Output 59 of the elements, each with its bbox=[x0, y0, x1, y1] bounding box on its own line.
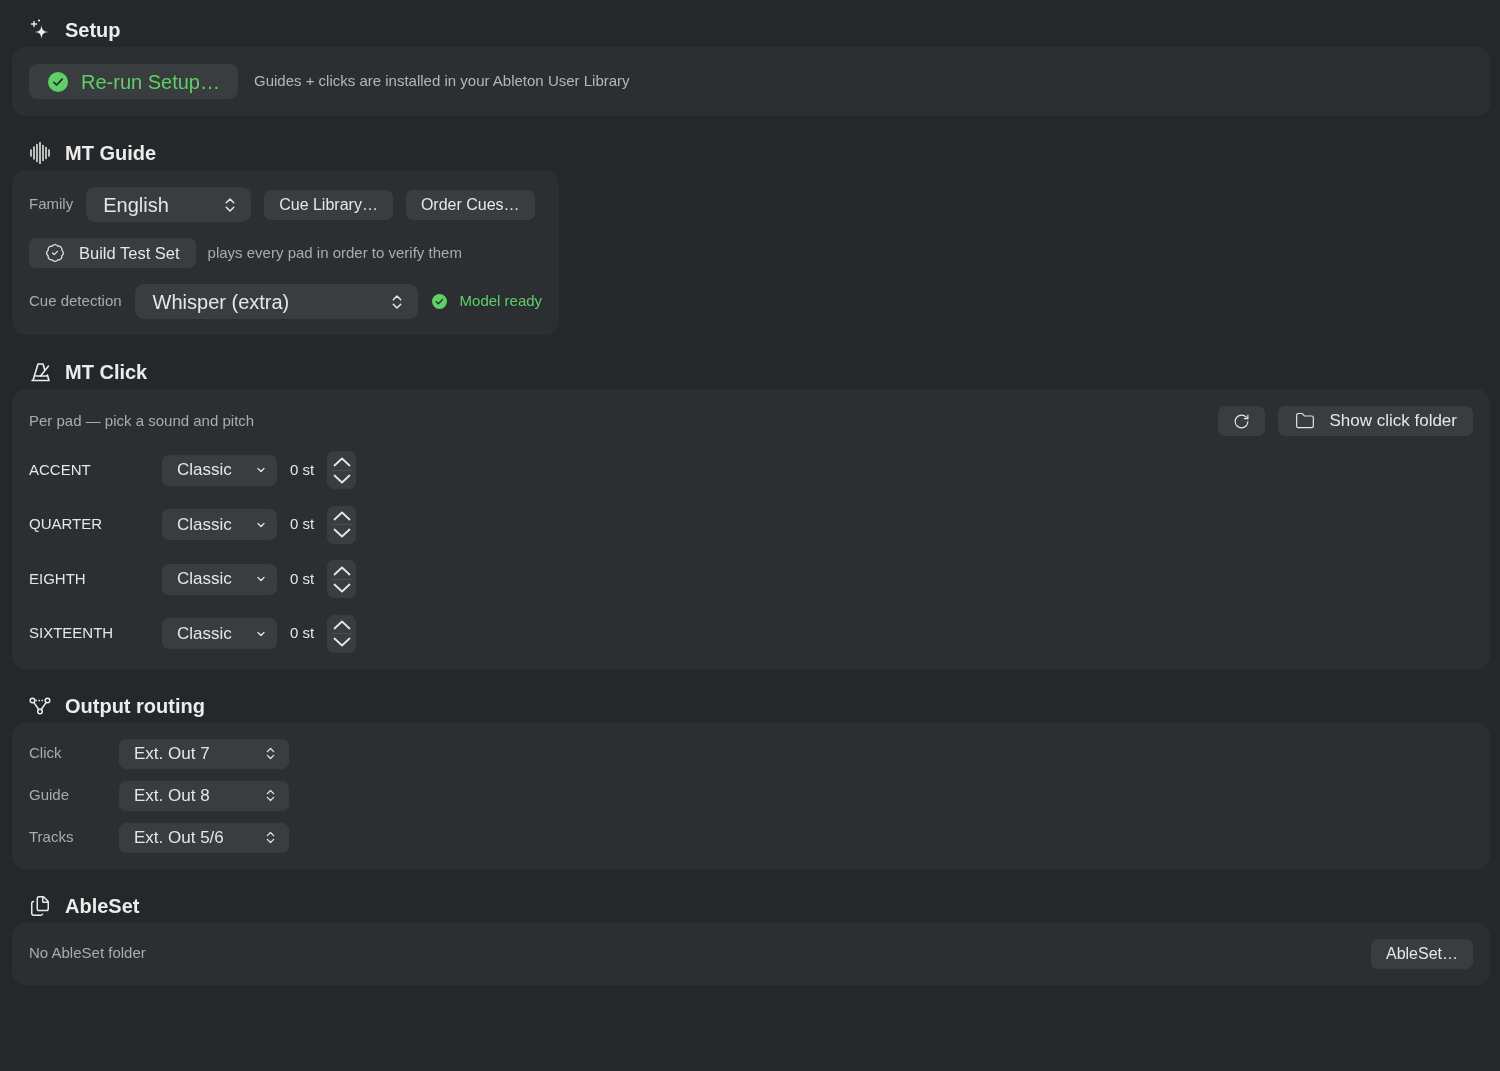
chevron-down-icon[interactable] bbox=[332, 637, 351, 647]
sound-select[interactable]: Classic bbox=[162, 563, 277, 595]
pad-name: EIGHTH bbox=[29, 568, 87, 589]
field-label: Guide bbox=[29, 785, 71, 806]
rerun-setup-button[interactable]: Re-run Setup… bbox=[29, 64, 238, 99]
show-click-folder-button[interactable]: Show click folder bbox=[1278, 406, 1473, 436]
action-button[interactable]: Order Cues… bbox=[405, 189, 535, 220]
test-set-note: plays every pad in order to verify them bbox=[207, 242, 462, 263]
action-button[interactable]: Cue Library… bbox=[264, 189, 393, 220]
output-select[interactable]: Ext. Out 5/6 bbox=[119, 822, 289, 853]
pad-name: SIXTEENTH bbox=[29, 623, 115, 644]
pitch-stepper[interactable] bbox=[327, 560, 357, 598]
setup-note: Guides + clicks are installed in your Ableton User Library bbox=[253, 71, 630, 92]
metronome-icon bbox=[29, 362, 51, 382]
section-title: MT Click bbox=[65, 362, 148, 382]
sound-select[interactable]: Classic bbox=[162, 454, 277, 486]
section-title: MT Guide bbox=[65, 143, 157, 163]
chevron-up-icon[interactable] bbox=[332, 456, 351, 467]
click-hint: Per pad — pick a sound and pitch bbox=[29, 410, 255, 431]
waveform-icon bbox=[30, 142, 50, 164]
sound-select[interactable]: Classic bbox=[162, 509, 277, 540]
output-select[interactable]: Ext. Out 8 bbox=[119, 780, 289, 811]
pitch-value: 0 st bbox=[290, 514, 315, 535]
output-select[interactable]: Ext. Out 7 bbox=[119, 738, 289, 769]
pitch-stepper[interactable] bbox=[327, 614, 357, 653]
documents-icon bbox=[29, 894, 51, 917]
folder-icon bbox=[1295, 411, 1316, 431]
pitch-stepper[interactable] bbox=[327, 451, 357, 489]
refresh-button[interactable] bbox=[1218, 406, 1266, 436]
pad-name: ACCENT bbox=[29, 459, 92, 480]
badge-check-icon bbox=[45, 243, 65, 263]
sound-select[interactable]: Classic bbox=[162, 618, 277, 649]
check-circle-icon bbox=[48, 71, 68, 92]
cue-detection-select[interactable]: Whisper (extra) bbox=[134, 284, 418, 319]
section-title: Setup bbox=[65, 20, 121, 40]
refresh-icon bbox=[1233, 412, 1251, 430]
chevron-down-icon[interactable] bbox=[332, 473, 351, 484]
pitch-value: 0 st bbox=[290, 623, 315, 644]
field-label: Tracks bbox=[29, 827, 75, 848]
chevron-up-icon[interactable] bbox=[332, 565, 351, 576]
build-test-set-button[interactable]: Build Test Set bbox=[29, 238, 196, 268]
pitch-stepper[interactable] bbox=[327, 505, 357, 544]
model-status: Model ready bbox=[459, 291, 543, 312]
nodes-icon bbox=[29, 696, 51, 715]
chevron-down-icon[interactable] bbox=[332, 528, 351, 538]
ableset-button[interactable]: AbleSet… bbox=[1370, 938, 1473, 969]
pad-name: QUARTER bbox=[29, 514, 104, 535]
field-label: Family bbox=[29, 194, 74, 215]
pitch-value: 0 st bbox=[290, 459, 315, 480]
field-label: Cue detection bbox=[29, 291, 122, 312]
section-title: Output routing bbox=[65, 695, 205, 716]
ableset-status: No AbleSet folder bbox=[29, 943, 146, 964]
section-title: AbleSet bbox=[65, 895, 140, 916]
chevron-up-icon[interactable] bbox=[332, 620, 351, 630]
field-label: Click bbox=[29, 743, 63, 764]
chevron-down-icon[interactable] bbox=[332, 582, 351, 593]
pitch-value: 0 st bbox=[290, 568, 315, 589]
family-select[interactable]: English bbox=[86, 187, 252, 222]
chevron-up-icon[interactable] bbox=[332, 511, 351, 521]
